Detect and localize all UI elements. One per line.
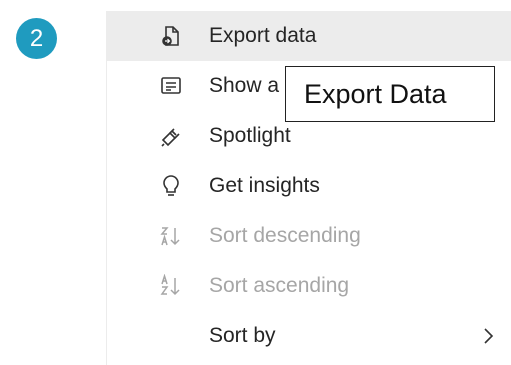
menu-item-label: Spotlight xyxy=(209,124,291,147)
menu-item-label: Sort by xyxy=(209,324,276,347)
menu-item-label: Show a xyxy=(209,74,280,97)
lightbulb-icon xyxy=(159,174,183,198)
sort-ascending-icon xyxy=(159,274,183,298)
menu-item-label: Sort descending xyxy=(209,224,361,247)
menu-item-get-insights[interactable]: Get insights xyxy=(107,161,511,211)
menu-item-sort-ascending[interactable]: Sort ascending xyxy=(107,261,511,311)
sort-descending-icon xyxy=(159,224,183,248)
context-menu-screenshot: 2 Export data Show a Spotlight Get insig… xyxy=(0,0,511,365)
visual-options-menu: Export data Show a Spotlight Get insight… xyxy=(106,11,511,365)
spotlight-icon xyxy=(159,124,183,148)
step-number-badge: 2 xyxy=(16,18,57,59)
chevron-right-icon xyxy=(478,326,498,346)
show-as-table-icon xyxy=(159,74,183,98)
menu-item-label: Get insights xyxy=(209,174,320,197)
menu-item-export-data[interactable]: Export data xyxy=(107,11,511,61)
export-icon xyxy=(159,24,183,48)
export-data-tooltip: Export Data xyxy=(285,66,495,122)
menu-item-label: Sort ascending xyxy=(209,274,350,297)
menu-item-label: Export data xyxy=(209,24,317,47)
menu-item-sort-descending[interactable]: Sort descending xyxy=(107,211,511,261)
menu-item-sort-by[interactable]: Sort by xyxy=(107,311,511,361)
